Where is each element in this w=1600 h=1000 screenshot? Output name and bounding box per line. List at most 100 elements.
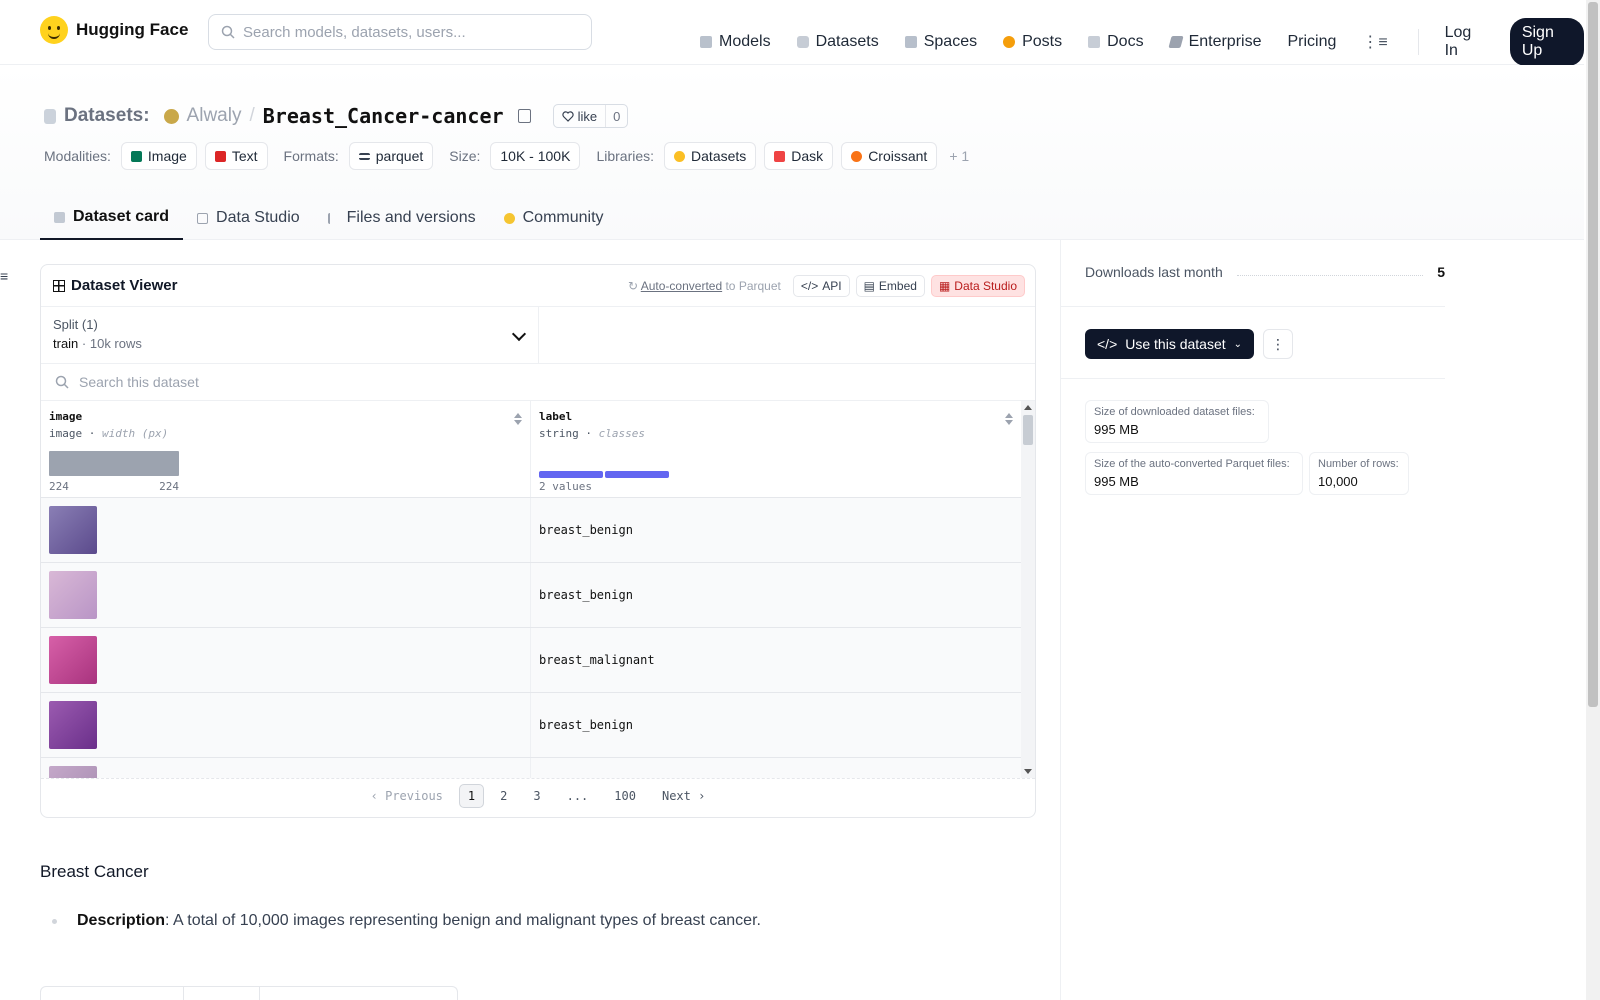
dataset-name[interactable]: Breast_Cancer-cancer bbox=[263, 104, 504, 128]
scroll-up-icon[interactable] bbox=[1024, 405, 1032, 410]
owner-avatar[interactable] bbox=[163, 108, 179, 124]
nav-posts-label: Posts bbox=[1022, 33, 1063, 50]
table-icon bbox=[53, 279, 65, 292]
label-cell[interactable]: breast_benign bbox=[531, 563, 1021, 627]
nav-docs[interactable]: Docs bbox=[1088, 33, 1144, 51]
nav-spaces[interactable]: Spaces bbox=[904, 33, 978, 51]
nav-datasets[interactable]: Datasets bbox=[796, 33, 879, 51]
tab-data-studio[interactable]: Data Studio bbox=[183, 196, 314, 240]
scroll-down-icon[interactable] bbox=[1024, 769, 1032, 774]
label-cell[interactable]: breast_benign bbox=[531, 693, 1021, 757]
table-row[interactable]: breast_malignant bbox=[41, 628, 1035, 693]
image-cell[interactable] bbox=[41, 563, 531, 627]
owner-link[interactable]: Alwaly bbox=[187, 105, 242, 127]
nav-pricing[interactable]: Pricing bbox=[1287, 33, 1336, 51]
stat-label: Number of rows: bbox=[1318, 458, 1399, 470]
global-search[interactable] bbox=[208, 14, 592, 50]
image-cell[interactable] bbox=[41, 498, 531, 562]
column-header-image[interactable]: image image · width (px) 224 224 bbox=[41, 401, 531, 497]
tag-image[interactable]: Image bbox=[120, 142, 197, 170]
histology-thumbnail[interactable] bbox=[49, 636, 97, 684]
page-button[interactable]: 100 bbox=[604, 785, 646, 807]
tab-dataset-card[interactable]: Dataset card bbox=[40, 196, 184, 240]
more-options-icon[interactable]: ⋮ bbox=[1263, 329, 1293, 359]
split-selector[interactable]: Split (1) train · 10k rows bbox=[41, 307, 539, 363]
dot-icon bbox=[1003, 36, 1016, 48]
use-dataset-button[interactable]: </> Use this dataset ⌄ bbox=[1085, 329, 1255, 359]
more-libraries[interactable]: + 1 bbox=[949, 148, 969, 164]
login-link[interactable]: Log In bbox=[1445, 24, 1484, 60]
dataset-search-input[interactable] bbox=[79, 374, 679, 390]
sort-icon[interactable] bbox=[1005, 413, 1013, 425]
files-icon bbox=[327, 212, 339, 224]
tag-parquet[interactable]: parquet bbox=[348, 142, 434, 170]
table-row[interactable] bbox=[41, 758, 1035, 778]
tag-lib-datasets-label: Datasets bbox=[691, 148, 747, 164]
class-bar[interactable] bbox=[605, 471, 669, 478]
embed-button[interactable]: ▤ Embed bbox=[855, 275, 925, 297]
dataset-search[interactable] bbox=[41, 364, 1035, 401]
tag-size[interactable]: 10K - 100K bbox=[490, 142, 581, 170]
tag-text[interactable]: Text bbox=[204, 142, 268, 170]
image-cell[interactable] bbox=[41, 758, 531, 778]
width-histogram-bar[interactable] bbox=[49, 451, 179, 476]
sort-icon[interactable] bbox=[514, 413, 522, 425]
page-button[interactable]: 3 bbox=[523, 785, 550, 807]
column-name: image bbox=[49, 410, 83, 423]
label-cell[interactable]: breast_benign bbox=[531, 498, 1021, 562]
previous-page-button[interactable]: ‹ Previous bbox=[361, 785, 453, 807]
more-menu-icon[interactable]: ⋮≡ bbox=[1362, 32, 1387, 52]
brand-link[interactable]: Hugging Face bbox=[40, 16, 188, 44]
api-button[interactable]: </> API bbox=[792, 275, 850, 297]
cube-icon bbox=[700, 36, 712, 48]
viewer-actions: ↻ Auto-converted to Parquet </> API ▤ Embe… bbox=[628, 275, 1025, 297]
image-cell[interactable] bbox=[41, 693, 531, 757]
like-button[interactable]: like bbox=[554, 105, 607, 127]
histology-thumbnail[interactable] bbox=[49, 571, 97, 619]
page-button[interactable]: 2 bbox=[490, 785, 517, 807]
like-count[interactable]: 0 bbox=[606, 109, 627, 124]
tab-files[interactable]: Files and versions bbox=[314, 196, 490, 240]
copy-icon[interactable] bbox=[517, 109, 531, 123]
next-page-button[interactable]: Next › bbox=[652, 785, 715, 807]
nav-spaces-label: Spaces bbox=[923, 33, 978, 50]
tag-lib-dask[interactable]: Dask bbox=[764, 142, 834, 170]
page-button[interactable]: 1 bbox=[458, 783, 485, 808]
stat-row-count: Number of rows: 10,000 bbox=[1309, 452, 1409, 495]
label-cell[interactable] bbox=[531, 758, 1021, 778]
page-ellipsis: ... bbox=[566, 788, 589, 803]
tab-community[interactable]: Community bbox=[490, 196, 618, 240]
column-header-label[interactable]: label string · classes 2 values bbox=[531, 401, 1021, 497]
image-cell[interactable] bbox=[41, 628, 531, 692]
tag-lib-croissant[interactable]: Croissant bbox=[841, 142, 938, 170]
table-scrollbar[interactable] bbox=[1021, 401, 1035, 778]
auto-converted-link[interactable]: Auto-converted bbox=[641, 279, 722, 293]
tag-parquet-label: parquet bbox=[375, 148, 424, 164]
scroll-thumb[interactable] bbox=[1023, 415, 1033, 445]
histology-thumbnail[interactable] bbox=[49, 701, 97, 749]
nav-enterprise[interactable]: Enterprise bbox=[1167, 33, 1261, 51]
data-studio-button[interactable]: ▦ Data Studio bbox=[930, 275, 1025, 297]
tag-lib-datasets[interactable]: Datasets bbox=[664, 142, 757, 170]
global-search-input[interactable] bbox=[243, 23, 563, 41]
libraries-label: Libraries: bbox=[596, 148, 655, 164]
table-row[interactable]: breast_benign bbox=[41, 563, 1035, 628]
viewer-title: Dataset Viewer bbox=[53, 277, 177, 294]
toc-toggle-icon[interactable]: ≡ bbox=[0, 268, 8, 284]
croissant-icon bbox=[851, 150, 863, 162]
nav-models[interactable]: Models bbox=[700, 33, 771, 51]
table-row[interactable]: breast_benign bbox=[41, 498, 1035, 563]
search-icon bbox=[55, 375, 69, 389]
histology-thumbnail[interactable] bbox=[49, 766, 97, 778]
dataset-viewer: Dataset Viewer ↻ Auto-converted to Parqu… bbox=[40, 264, 1036, 818]
label-cell[interactable]: breast_malignant bbox=[531, 628, 1021, 692]
histology-thumbnail[interactable] bbox=[49, 506, 97, 554]
nav-posts[interactable]: Posts bbox=[1003, 33, 1062, 51]
class-bar[interactable] bbox=[539, 471, 603, 478]
page-scroll-thumb[interactable] bbox=[1588, 2, 1598, 707]
right-sidebar: Downloads last month 5 </> Use this data… bbox=[1060, 240, 1584, 1000]
signup-button[interactable]: Sign Up bbox=[1509, 18, 1584, 66]
tag-lib-croissant-label: Croissant bbox=[868, 148, 928, 164]
table-row[interactable]: breast_benign bbox=[41, 693, 1035, 758]
page-scrollbar[interactable] bbox=[1586, 0, 1600, 1000]
